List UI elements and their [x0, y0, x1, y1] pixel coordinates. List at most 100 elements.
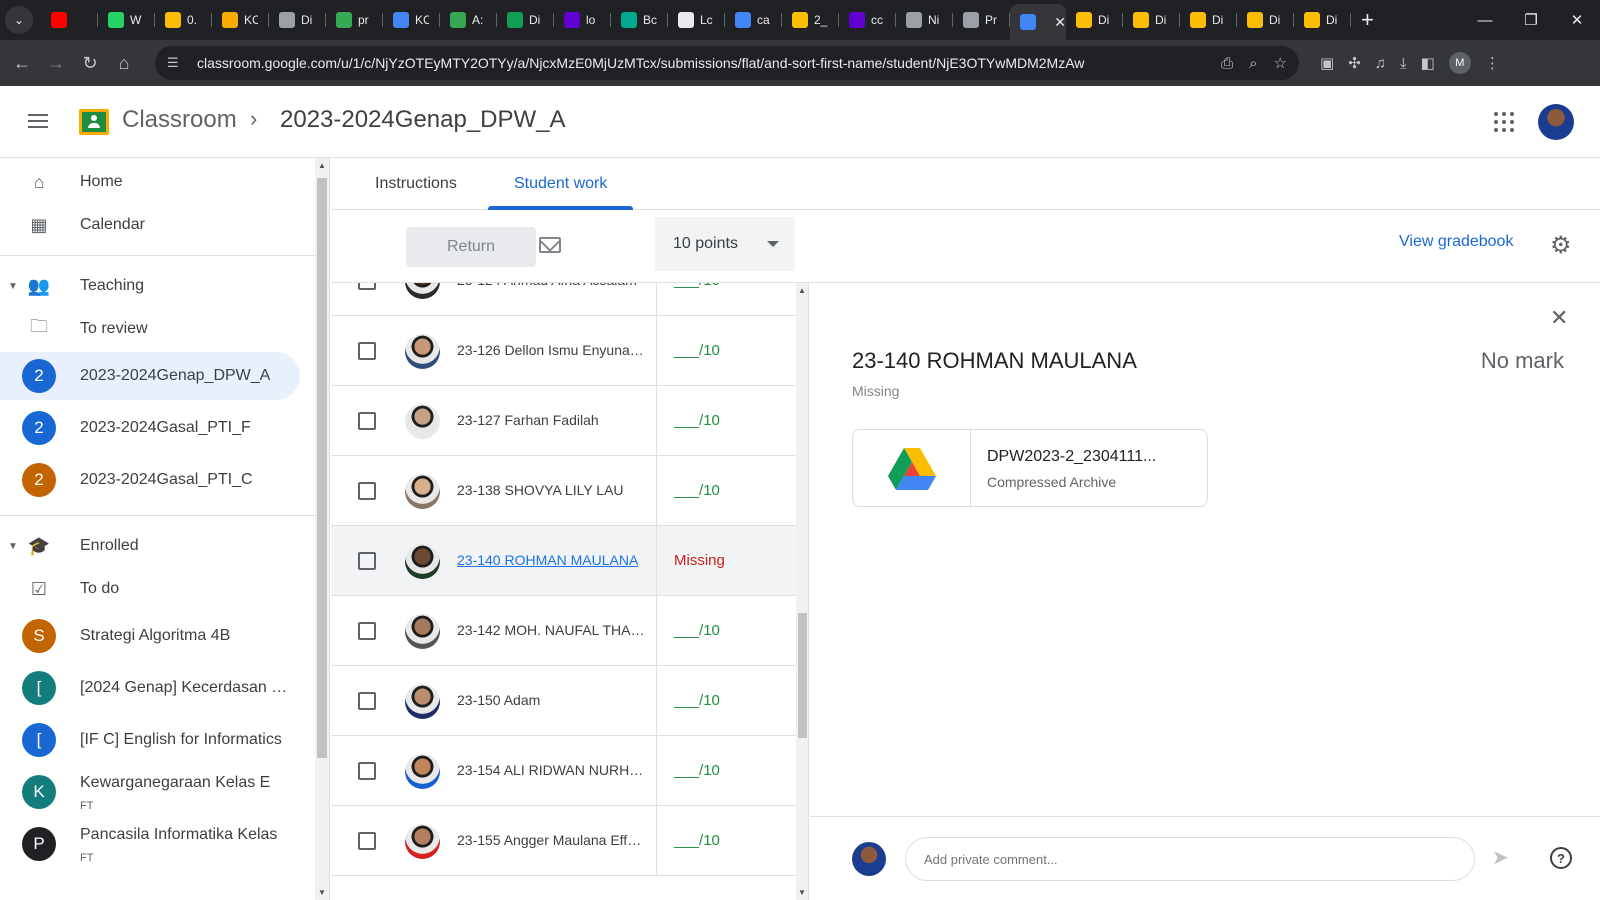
classroom-logo-icon[interactable]: [79, 109, 109, 135]
student-name[interactable]: 23-142 MOH. NAUFAL THAARIQ: [457, 622, 647, 638]
row-checkbox[interactable]: [358, 482, 376, 500]
teaching-class-item[interactable]: 2 2023-2024Gasal_PTI_C: [0, 456, 300, 504]
browser-tab[interactable]: KC: [212, 4, 269, 36]
app-title[interactable]: Classroom: [122, 106, 237, 134]
browser-tab[interactable]: Di: [1066, 4, 1123, 36]
teaching-class-item[interactable]: 2 2023-2024Genap_DPW_A: [0, 352, 300, 400]
browser-tab[interactable]: ca: [725, 4, 782, 36]
row-checkbox[interactable]: [358, 832, 376, 850]
view-gradebook-link[interactable]: View gradebook: [1399, 233, 1513, 251]
help-icon[interactable]: ?: [1550, 847, 1572, 869]
attachment-card[interactable]: DPW2023-2_2304111... Compressed Archive: [852, 429, 1208, 507]
sidebar-item-calendar[interactable]: ▦ Calendar: [0, 201, 300, 249]
enrolled-class-item[interactable]: P Pancasila Informatika Kelas FT: [0, 820, 300, 868]
enrolled-class-item[interactable]: S Strategi Algoritma 4B: [0, 612, 300, 660]
sidebar-scrollbar[interactable]: ▲ ▼: [315, 158, 329, 900]
profile-avatar[interactable]: M: [1448, 52, 1471, 74]
enrolled-class-item[interactable]: K Kewarganegaraan Kelas E FT: [0, 768, 300, 816]
points-dropdown[interactable]: 10 points: [655, 217, 795, 271]
browser-menu-icon[interactable]: ⋮: [1485, 54, 1500, 72]
browser-tab[interactable]: Lc: [668, 4, 725, 36]
browser-tab[interactable]: [41, 4, 98, 36]
scroll-up-icon[interactable]: ▲: [798, 286, 806, 295]
student-name[interactable]: 23-155 Angger Maulana Effendi: [457, 832, 647, 848]
student-name[interactable]: 23-140 ROHMAN MAULANA: [457, 552, 647, 568]
return-button[interactable]: Return: [406, 227, 536, 267]
restore-icon[interactable]: ❐: [1508, 0, 1554, 40]
browser-tab[interactable]: Ni: [896, 4, 953, 36]
student-row[interactable]: 23-154 ALI RIDWAN NURHAKIM ___/10: [331, 736, 796, 806]
forward-icon[interactable]: →: [39, 46, 73, 80]
browser-tab[interactable]: cc: [839, 4, 896, 36]
browser-tab[interactable]: Di: [1237, 4, 1294, 36]
student-name[interactable]: 23-127 Farhan Fadilah: [457, 412, 647, 428]
grade-field[interactable]: ___/10: [674, 622, 720, 639]
extensions-puzzle-icon[interactable]: ✣: [1348, 54, 1361, 72]
mark-status[interactable]: No mark: [1481, 348, 1564, 374]
caret-down-icon[interactable]: ▼: [8, 541, 18, 552]
row-checkbox[interactable]: [358, 622, 376, 640]
minimize-icon[interactable]: —: [1462, 0, 1508, 40]
student-row[interactable]: 23-124 Ahmad Afha Assalam ___/10: [331, 283, 796, 316]
download-icon[interactable]: ⤓: [1400, 55, 1407, 72]
scroll-down-icon[interactable]: ▼: [318, 888, 326, 897]
student-row[interactable]: 23-142 MOH. NAUFAL THAARIQ ___/10: [331, 596, 796, 666]
scrollbar-thumb[interactable]: [798, 613, 807, 738]
missing-status[interactable]: Missing: [674, 552, 725, 569]
new-tab-icon[interactable]: +: [1361, 7, 1374, 33]
student-list-scrollbar[interactable]: ▲ ▼: [796, 283, 808, 900]
sidebar-item-enrolled[interactable]: ▼ 🎓 Enrolled: [0, 522, 300, 570]
grade-field[interactable]: ___/10: [674, 342, 720, 359]
send-icon[interactable]: ➤: [1492, 845, 1509, 870]
row-checkbox[interactable]: [358, 552, 376, 570]
row-checkbox[interactable]: [358, 283, 376, 290]
grade-field[interactable]: ___/10: [674, 412, 720, 429]
browser-tab[interactable]: ✕: [1010, 4, 1066, 40]
home-icon[interactable]: ⌂: [107, 46, 141, 80]
close-icon[interactable]: ✕: [1550, 305, 1568, 331]
main-menu-icon[interactable]: [26, 110, 50, 134]
student-name[interactable]: 23-150 Adam: [457, 692, 647, 708]
close-tab-icon[interactable]: ✕: [1054, 14, 1066, 31]
enrolled-class-item[interactable]: [[2024 Genap] Kecerdasan Buatan: [0, 664, 300, 712]
student-row[interactable]: 23-155 Angger Maulana Effendi ___/10: [331, 806, 796, 876]
url-text[interactable]: classroom.google.com/u/1/c/NjYzOTEyMTY2O…: [197, 55, 1084, 71]
sidebar-item-home[interactable]: ⌂ Home: [0, 158, 300, 206]
browser-tab[interactable]: 0.: [155, 4, 212, 36]
reload-icon[interactable]: ↻: [73, 46, 107, 80]
browser-tab[interactable]: KC: [383, 4, 440, 36]
sidebar-item-to-do[interactable]: ☑ To do: [0, 565, 300, 613]
student-row[interactable]: 23-127 Farhan Fadilah ___/10: [331, 386, 796, 456]
student-name[interactable]: 23-138 SHOVYA LILY LAU: [457, 482, 647, 498]
student-row[interactable]: 23-138 SHOVYA LILY LAU ___/10: [331, 456, 796, 526]
back-icon[interactable]: ←: [5, 46, 39, 80]
grade-field[interactable]: ___/10: [674, 283, 720, 289]
browser-tab[interactable]: Di: [269, 4, 326, 36]
row-checkbox[interactable]: [358, 762, 376, 780]
teaching-class-item[interactable]: 2 2023-2024Gasal_PTI_F: [0, 404, 300, 452]
grade-field[interactable]: ___/10: [674, 762, 720, 779]
site-info-icon[interactable]: ☰: [167, 55, 187, 71]
caret-down-icon[interactable]: ▼: [8, 281, 18, 292]
student-name[interactable]: 23-124 Ahmad Afha Assalam: [457, 283, 647, 288]
extension-icon[interactable]: ▣: [1320, 54, 1334, 72]
browser-tab[interactable]: W: [98, 4, 155, 36]
row-checkbox[interactable]: [358, 342, 376, 360]
grade-field[interactable]: ___/10: [674, 692, 720, 709]
browser-tab[interactable]: pr: [326, 4, 383, 36]
google-apps-icon[interactable]: [1494, 112, 1514, 132]
sidebar-item-teaching[interactable]: ▼ 👥 Teaching: [0, 262, 300, 310]
browser-tab[interactable]: Bc: [611, 4, 668, 36]
zoom-icon[interactable]: ⌕: [1249, 55, 1257, 72]
class-title[interactable]: 2023-2024Genap_DPW_A: [280, 106, 566, 134]
scrollbar-thumb[interactable]: [317, 178, 327, 758]
email-icon[interactable]: [539, 237, 561, 253]
close-window-icon[interactable]: ✕: [1554, 0, 1600, 40]
browser-tab[interactable]: 2_: [782, 4, 839, 36]
media-control-icon[interactable]: ♫: [1375, 55, 1386, 72]
student-row[interactable]: 23-150 Adam ___/10: [331, 666, 796, 736]
grade-field[interactable]: ___/10: [674, 832, 720, 849]
tab-student-work[interactable]: Student work: [488, 158, 634, 210]
scroll-down-icon[interactable]: ▼: [798, 888, 806, 897]
address-bar[interactable]: ☰ classroom.google.com/u/1/c/NjYzOTEyMTY…: [155, 46, 1299, 80]
